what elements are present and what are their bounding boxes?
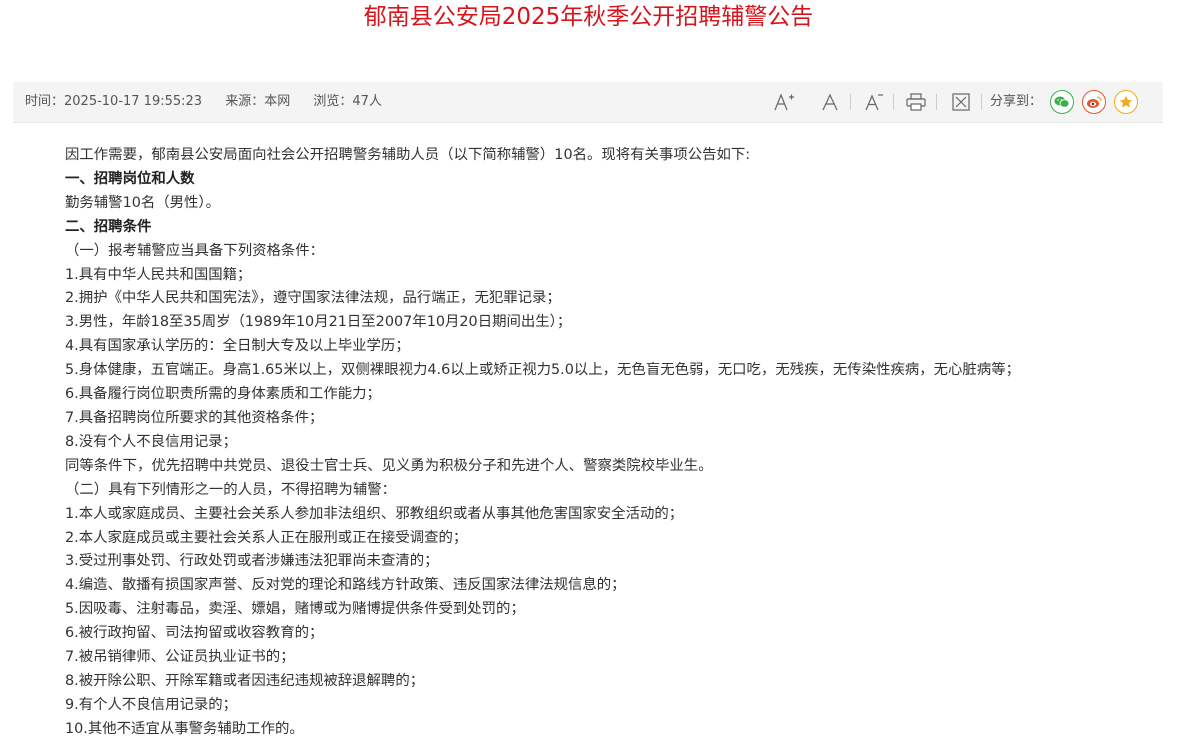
toolbar-divider	[893, 94, 894, 110]
article-paragraph: 1.本人或家庭成员、主要社会关系人参加非法组织、邪教组织或者从事其他危害国家安全…	[65, 505, 684, 522]
article-source: 来源：本网	[225, 94, 291, 109]
article-paragraph: 2.本人家庭成员或主要社会关系人正在服刑或正在接受调查的；	[65, 529, 468, 546]
close-icon[interactable]	[948, 89, 974, 115]
article-paragraph: 3.男性，年龄18至35周岁（1989年10月21日至2007年10月20日期间…	[65, 314, 572, 331]
article-paragraph: 7.被吊销律师、公证员执业证书的；	[65, 649, 295, 666]
article-paragraph: 5.因吸毒、注射毒品，卖淫、嫖娼，赌博或为赌博提供条件受到处罚的；	[65, 601, 525, 618]
toolbar-divider	[936, 94, 937, 110]
section-heading: 二、招聘条件	[65, 218, 152, 235]
section-heading: 一、招聘岗位和人数	[65, 170, 195, 187]
publish-time: 时间：2025-10-17 19:55:23	[25, 94, 203, 109]
article-paragraph: 10.其他不适宜从事警务辅助工作的。	[65, 720, 304, 737]
article-paragraph: 8.被开除公职、开除军籍或者因违纪违规被辞退解聘的；	[65, 672, 425, 689]
article-paragraph: 3.受过刑事处罚、行政处罚或者涉嫌违法犯罪尚未查清的；	[65, 553, 439, 570]
toolbar-divider	[850, 94, 851, 110]
article-paragraph: 2.拥护《中华人民共和国宪法》，遵守国家法律法规，品行端正，无犯罪记录；	[65, 290, 561, 307]
article-paragraph: （一）报考辅警应当具备下列资格条件：	[65, 242, 325, 259]
article-paragraph: 9.有个人不良信用记录的；	[65, 696, 238, 713]
page-title: 郁南县公安局2025年秋季公开招聘辅警公告	[363, 4, 814, 30]
view-count: 浏览：47人	[313, 94, 382, 109]
article-paragraph: 勤务辅警10名（男性）。	[65, 194, 221, 211]
article-paragraph: 8.没有个人不良信用记录；	[65, 433, 238, 450]
article-paragraph: 1.具有中华人民共和国国籍；	[65, 266, 252, 283]
article-paragraph: 4.编造、散播有损国家声誉、反对党的理论和路线方针政策、违反国家法律法规信息的；	[65, 577, 626, 594]
article-toolbar: 分享到：	[743, 82, 1163, 122]
article-body: 因工作需要，郁南县公安局面向社会公开招聘警务辅助人员（以下简称辅警）10名。现将…	[65, 144, 1155, 742]
share-label: 分享到：	[990, 94, 1043, 109]
favorite-icon[interactable]	[1114, 90, 1138, 114]
weibo-icon[interactable]	[1082, 90, 1106, 114]
article-paragraph: 因工作需要，郁南县公安局面向社会公开招聘警务辅助人员（以下简称辅警）10名。现将…	[65, 147, 751, 163]
article-paragraph: 7.具备招聘岗位所要求的其他资格条件；	[65, 409, 324, 426]
font-increase-icon[interactable]	[771, 89, 797, 115]
article-paragraph: 6.被行政拘留、司法拘留或收容教育的；	[65, 625, 324, 642]
toolbar-divider	[981, 94, 982, 110]
article-paragraph: 6.具备履行岗位职责所需的身体素质和工作能力；	[65, 386, 381, 403]
article-paragraph: 同等条件下，优先招聘中共党员、退役士官士兵、见义勇为积极分子和先进个人、警察类院…	[65, 457, 713, 474]
article-paragraph: （二）具有下列情形之一的人员，不得招聘为辅警：	[65, 481, 396, 498]
article-meta-info: 时间：2025-10-17 19:55:23 来源：本网 浏览：47人	[25, 82, 401, 122]
article-meta-bar: 时间：2025-10-17 19:55:23 来源：本网 浏览：47人 分享到：	[13, 82, 1163, 123]
print-icon[interactable]	[903, 89, 929, 115]
article-paragraph: 4.具有国家承认学历的：全日制大专及以上毕业学历；	[65, 338, 410, 355]
article-paragraph: 5.身体健康，五官端正。身高1.65米以上，双侧裸眼视力4.6以上或矫正视力5.…	[65, 362, 1020, 379]
font-decrease-icon[interactable]	[861, 89, 887, 115]
font-normal-icon[interactable]	[817, 89, 843, 115]
wechat-icon[interactable]	[1050, 90, 1074, 114]
